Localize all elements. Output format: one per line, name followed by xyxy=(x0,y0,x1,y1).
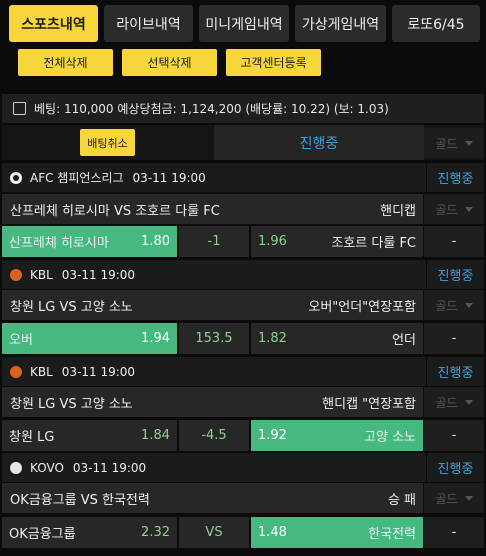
select-checkbox[interactable] xyxy=(13,102,26,115)
home-odds-option[interactable]: 오버 1.94 xyxy=(2,323,177,354)
gold-label: 골드 xyxy=(435,491,458,506)
bet-type: 핸디캡 xyxy=(380,203,416,219)
away-name: 한국전력 xyxy=(368,527,416,542)
tab-minigame-history[interactable]: 미니게임내역 xyxy=(199,5,289,42)
away-odds-option[interactable]: 1.82 언더 xyxy=(251,323,423,354)
odds-row: OK금융그룹 2.32 VS 1.48 한국전력 - xyxy=(2,517,484,548)
history-tabs: 스포츠내역 라이브내역 미니게임내역 가상게임내역 로또6/45 xyxy=(0,0,486,48)
match-title: 창원 LG VS 고양 소노 xyxy=(10,299,133,315)
away-name: 고양 소노 xyxy=(364,430,416,445)
gold-select[interactable]: 골드 xyxy=(424,483,484,513)
handicap-value: -4.5 xyxy=(179,420,249,451)
away-name: 언더 xyxy=(392,333,416,348)
league-name: AFC 챔피언스리그 xyxy=(30,171,124,185)
match-state: 진행중 xyxy=(426,357,484,386)
match-state: 진행중 xyxy=(426,260,484,289)
gold-select[interactable]: 골드 xyxy=(424,194,484,224)
tab-virtualgame-history[interactable]: 가상게임내역 xyxy=(295,5,386,42)
match-row: 산프레체 히로시마 VS 조호르 다룰 FC 핸디캡 xyxy=(2,194,423,224)
delete-selected-button[interactable]: 선택삭제 xyxy=(122,49,217,76)
home-odds: 1.84 xyxy=(141,428,170,443)
match-date: 03-11 19:00 xyxy=(132,170,206,185)
match-state: 진행중 xyxy=(426,163,484,192)
home-name: OK금융그룹 xyxy=(9,527,76,542)
league-row: KBL 03-11 19:00 진행중 xyxy=(2,357,484,386)
tab-live-history[interactable]: 라이브내역 xyxy=(104,5,193,42)
home-odds: 2.32 xyxy=(141,525,170,540)
home-odds-option[interactable]: 산프레체 히로시마 1.80 xyxy=(2,226,177,257)
home-odds-option[interactable]: 창원 LG 1.84 xyxy=(2,420,177,451)
home-name: 산프레체 히로시마 xyxy=(9,236,109,251)
gold-label: 골드 xyxy=(435,298,458,313)
match-row: 창원 LG VS 고양 소노 오버"언더"연장포함 xyxy=(2,290,423,320)
match-row: OK금융그룹 VS 한국전력 승 패 xyxy=(2,483,423,513)
bet-summary: 베팅: 110,000 예상당첨금: 1,124,200 (배당률: 10.22… xyxy=(2,94,484,123)
chevron-down-icon xyxy=(464,302,473,308)
status-title: 진행중 xyxy=(214,125,424,160)
bet-result: - xyxy=(424,517,484,548)
league-row: KBL 03-11 19:00 진행중 xyxy=(2,260,484,289)
away-odds-option[interactable]: 1.92 고양 소노 xyxy=(251,420,423,451)
bet-result: - xyxy=(424,323,484,354)
chevron-down-icon xyxy=(464,140,473,146)
home-odds: 1.80 xyxy=(141,234,170,249)
home-name: 창원 LG xyxy=(9,430,55,445)
tab-lotto-history[interactable]: 로또6/45 xyxy=(392,5,480,42)
away-odds: 1.48 xyxy=(258,525,287,540)
match-date: 03-11 19:00 xyxy=(72,460,147,475)
basketball-icon xyxy=(10,365,22,378)
away-name: 조호르 다룰 FC xyxy=(331,236,416,251)
chevron-down-icon xyxy=(464,206,473,212)
tab-sports-history[interactable]: 스포츠내역 xyxy=(9,5,98,42)
away-odds-option[interactable]: 1.96 조호르 다룰 FC xyxy=(251,226,423,257)
cancel-bet-button[interactable]: 배팅취소 xyxy=(80,129,135,156)
home-odds-option[interactable]: OK금융그룹 2.32 xyxy=(2,517,177,548)
delete-all-button[interactable]: 전체삭제 xyxy=(18,49,113,76)
gold-label: 골드 xyxy=(435,395,458,410)
match-title: OK금융그룹 VS 한국전력 xyxy=(10,492,150,508)
match-date: 03-11 19:00 xyxy=(61,267,136,282)
match-title: 창원 LG VS 고양 소노 xyxy=(10,396,133,412)
odds-row: 산프레체 히로시마 1.80 -1 1.96 조호르 다룰 FC - xyxy=(2,226,484,257)
soccer-ball-icon xyxy=(10,171,22,184)
bet-type: 승 패 xyxy=(387,492,416,508)
away-odds: 1.82 xyxy=(258,331,287,346)
chevron-down-icon xyxy=(464,399,473,405)
match-state: 진행중 xyxy=(426,453,484,482)
chevron-down-icon xyxy=(464,495,473,501)
versus-label: VS xyxy=(179,517,249,548)
volleyball-icon xyxy=(10,461,22,474)
summary-text: 베팅: 110,000 예상당첨금: 1,124,200 (배당률: 10.22… xyxy=(34,102,389,116)
league-name: KBL xyxy=(30,267,53,282)
match-title: 산프레체 히로시마 VS 조호르 다룰 FC xyxy=(10,203,220,219)
home-odds: 1.94 xyxy=(141,331,170,346)
match-row: 창원 LG VS 고양 소노 핸디캡 "연장포함 xyxy=(2,387,423,417)
league-name: KOVO xyxy=(30,460,64,475)
away-odds-option[interactable]: 1.48 한국전력 xyxy=(251,517,423,548)
gold-label: 골드 xyxy=(435,202,458,217)
overunder-line: 153.5 xyxy=(179,323,249,354)
bet-type: 핸디캡 "연장포함 xyxy=(322,396,416,412)
odds-row: 오버 1.94 153.5 1.82 언더 - xyxy=(2,323,484,354)
match-date: 03-11 19:00 xyxy=(61,364,136,379)
action-bar: 전체삭제 선택삭제 고객센터등록 xyxy=(0,48,486,90)
league-row: KOVO 03-11 19:00 진행중 xyxy=(2,453,484,482)
bet-result: - xyxy=(424,420,484,451)
bet-type: 오버"언더"연장포함 xyxy=(308,299,416,315)
away-odds: 1.96 xyxy=(258,234,287,249)
odds-row: 창원 LG 1.84 -4.5 1.92 고양 소노 - xyxy=(2,420,484,451)
gold-label: 골드 xyxy=(435,136,458,151)
basketball-icon xyxy=(10,268,22,281)
league-row: AFC 챔피언스리그 03-11 19:00 진행중 xyxy=(2,163,484,192)
gold-select[interactable]: 골드 xyxy=(424,387,484,417)
home-name: 오버 xyxy=(9,333,33,348)
register-support-button[interactable]: 고객센터등록 xyxy=(226,49,321,76)
gold-select[interactable]: 골드 xyxy=(424,128,484,158)
bet-result: - xyxy=(424,226,484,257)
handicap-value: -1 xyxy=(179,226,249,257)
away-odds: 1.92 xyxy=(258,428,287,443)
league-name: KBL xyxy=(30,364,53,379)
gold-select[interactable]: 골드 xyxy=(424,290,484,320)
